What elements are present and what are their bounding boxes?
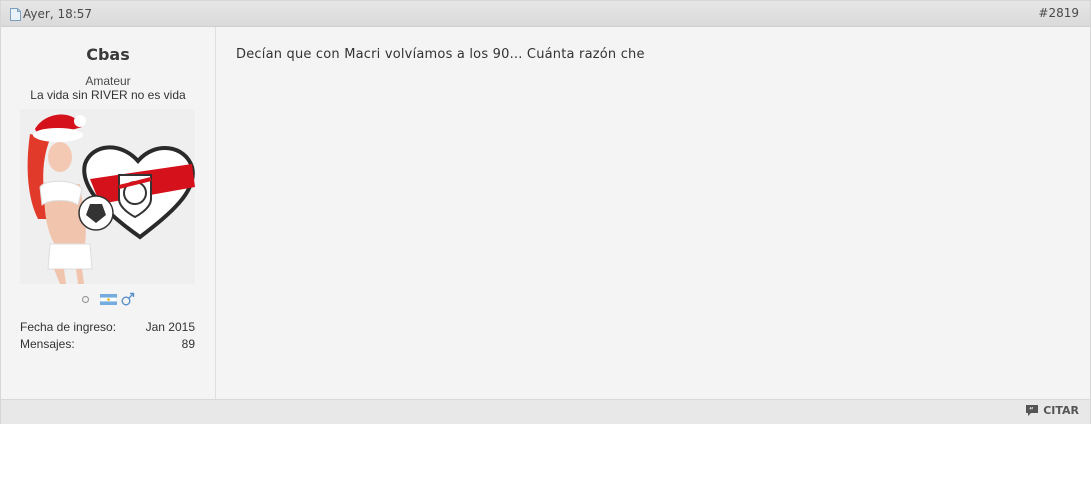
user-title: Amateur xyxy=(85,74,131,88)
argentina-flag-icon xyxy=(100,293,117,305)
stat-value: Jan 2015 xyxy=(145,320,195,334)
document-icon xyxy=(10,7,21,21)
stat-label: Mensajes: xyxy=(20,337,75,351)
quote-label: CITAR xyxy=(1043,404,1079,417)
quote-icon: “ xyxy=(1026,405,1039,416)
stat-label: Fecha de ingreso: xyxy=(20,320,117,334)
stat-join-date: Fecha de ingreso: Jan 2015 xyxy=(20,319,195,336)
offline-status-icon xyxy=(81,295,90,303)
user-stats: Fecha de ingreso: Jan 2015 Mensajes: 89 xyxy=(20,319,195,353)
quote-button[interactable]: “ CITAR xyxy=(1025,404,1079,417)
user-info-panel: Cbas Amateur La vida sin RIVER no es vid… xyxy=(1,27,216,399)
stat-posts: Mensajes: 89 xyxy=(20,336,195,353)
post-footer: “ CITAR xyxy=(1,399,1090,424)
user-avatar[interactable] xyxy=(20,109,195,284)
post-header: Ayer, 18:57 #2819 xyxy=(1,1,1090,27)
post-date-text: Ayer, 18:57 xyxy=(23,7,93,21)
male-gender-icon xyxy=(121,292,135,306)
post-number-link[interactable]: #2819 xyxy=(1038,6,1079,20)
user-motto: La vida sin RIVER no es vida xyxy=(30,88,186,102)
post-date: Ayer, 18:57 xyxy=(10,7,92,21)
post-body: Cbas Amateur La vida sin RIVER no es vid… xyxy=(1,27,1090,399)
forum-post: Ayer, 18:57 #2819 Cbas Amateur La vida s… xyxy=(0,0,1091,424)
status-icons xyxy=(1,292,215,306)
username-link[interactable]: Cbas xyxy=(1,45,215,64)
post-message: Decían que con Macri volvíamos a los 90.… xyxy=(236,47,645,62)
stat-value: 89 xyxy=(181,337,195,351)
svg-text:“: “ xyxy=(1029,406,1034,414)
